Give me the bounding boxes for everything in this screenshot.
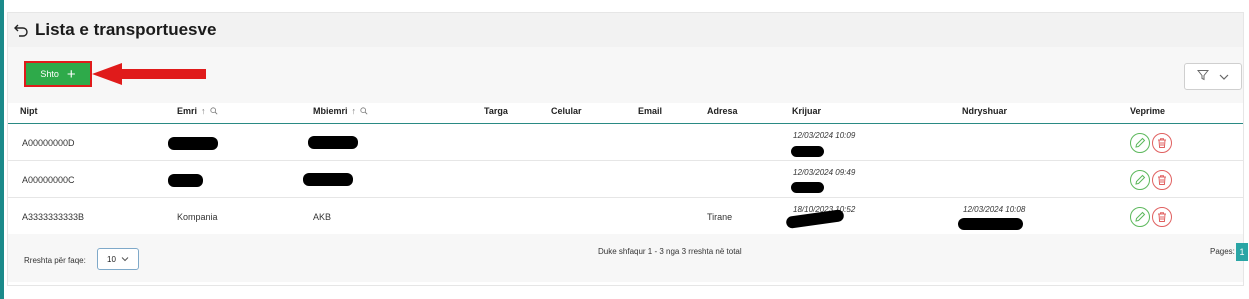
redacted-emri: [168, 137, 218, 150]
filter-button[interactable]: [1184, 63, 1242, 90]
column-ndryshuar[interactable]: Ndryshuar: [962, 106, 1007, 116]
cell-krijuar: 12/03/2024 10:09: [793, 131, 856, 140]
rows-per-page-select[interactable]: 10: [97, 248, 139, 270]
redacted-mbiemri: [308, 136, 358, 149]
redacted-emri: [168, 174, 203, 187]
cell-ndryshuar: 12/03/2024 10:08: [963, 205, 1026, 214]
edit-icon[interactable]: [1130, 170, 1150, 190]
sort-arrow-icon[interactable]: ↑: [352, 106, 357, 116]
delete-icon[interactable]: [1152, 207, 1172, 227]
pagination-info: Duke shfaqur 1 - 3 nga 3 rreshta në tota…: [598, 247, 742, 256]
redacted-krijuar: [791, 182, 824, 193]
left-accent-bar: [0, 0, 4, 299]
column-targa[interactable]: Targa: [484, 106, 508, 116]
cell-nipt: A3333333333B: [22, 212, 85, 222]
column-veprime: Veprime: [1130, 106, 1166, 116]
cell-adresa: Tirane: [707, 212, 733, 222]
column-krijuar[interactable]: Krijuar: [792, 106, 821, 116]
cell-nipt: A00000000D: [22, 138, 75, 148]
column-nipt[interactable]: Nipt: [20, 106, 38, 116]
row-actions: [1130, 170, 1172, 190]
row-actions: [1130, 133, 1172, 153]
pages-label: Pages:: [1210, 247, 1235, 256]
cell-krijuar: 12/03/2024 09:49: [793, 168, 856, 177]
carriers-panel: Lista e transportuesve Shto + Nipt Emri …: [7, 12, 1248, 286]
table-row[interactable]: A00000000C 12/03/2024 09:49: [8, 161, 1243, 198]
page-title: Lista e transportuesve: [35, 20, 217, 39]
edit-icon[interactable]: [1130, 207, 1150, 227]
add-button[interactable]: Shto +: [24, 61, 92, 87]
redacted-krijuar: [791, 146, 824, 157]
cell-nipt: A00000000C: [22, 175, 75, 185]
cell-emri: Kompania: [177, 212, 218, 222]
column-adresa[interactable]: Adresa: [707, 106, 738, 116]
edit-icon[interactable]: [1130, 133, 1150, 153]
row-actions: [1130, 207, 1172, 227]
chevron-down-icon: [1219, 68, 1229, 86]
chevron-down-icon: [121, 255, 129, 264]
search-icon[interactable]: [209, 107, 218, 115]
column-mbiemri[interactable]: Mbiemri ↑: [313, 106, 368, 116]
table-row[interactable]: A3333333333B Kompania AKB Tirane 18/10/2…: [8, 198, 1243, 235]
annotation-arrow-icon: [92, 63, 206, 85]
back-icon[interactable]: [13, 22, 29, 38]
page-button-current[interactable]: 1: [1236, 243, 1248, 261]
rows-per-page-value: 10: [107, 254, 116, 264]
rows-per-page-label: Rreshta për faqe:: [24, 256, 86, 265]
cell-mbiemri: AKB: [313, 212, 332, 222]
toolbar: Shto +: [8, 47, 1243, 103]
search-icon[interactable]: [360, 107, 368, 115]
sort-arrow-icon[interactable]: ↑: [201, 106, 206, 116]
funnel-icon: [1196, 68, 1210, 86]
table-footer: Rreshta për faqe: 10 Duke shfaqur 1 - 3 …: [8, 234, 1248, 282]
plus-icon: +: [66, 65, 76, 83]
column-emri[interactable]: Emri ↑: [177, 106, 218, 116]
page-header: Lista e transportuesve: [8, 13, 1243, 47]
table-row[interactable]: A00000000D 12/03/2024 10:09: [8, 124, 1243, 161]
add-button-label: Shto: [40, 69, 59, 79]
redacted-mbiemri: [303, 173, 353, 186]
delete-icon[interactable]: [1152, 133, 1172, 153]
column-celular[interactable]: Celular: [551, 106, 582, 116]
table-header: Nipt Emri ↑ Mbiemri ↑ Targa Celular Emai…: [8, 103, 1243, 124]
delete-icon[interactable]: [1152, 170, 1172, 190]
redacted-ndryshuar: [958, 218, 1023, 230]
column-email[interactable]: Email: [638, 106, 662, 116]
